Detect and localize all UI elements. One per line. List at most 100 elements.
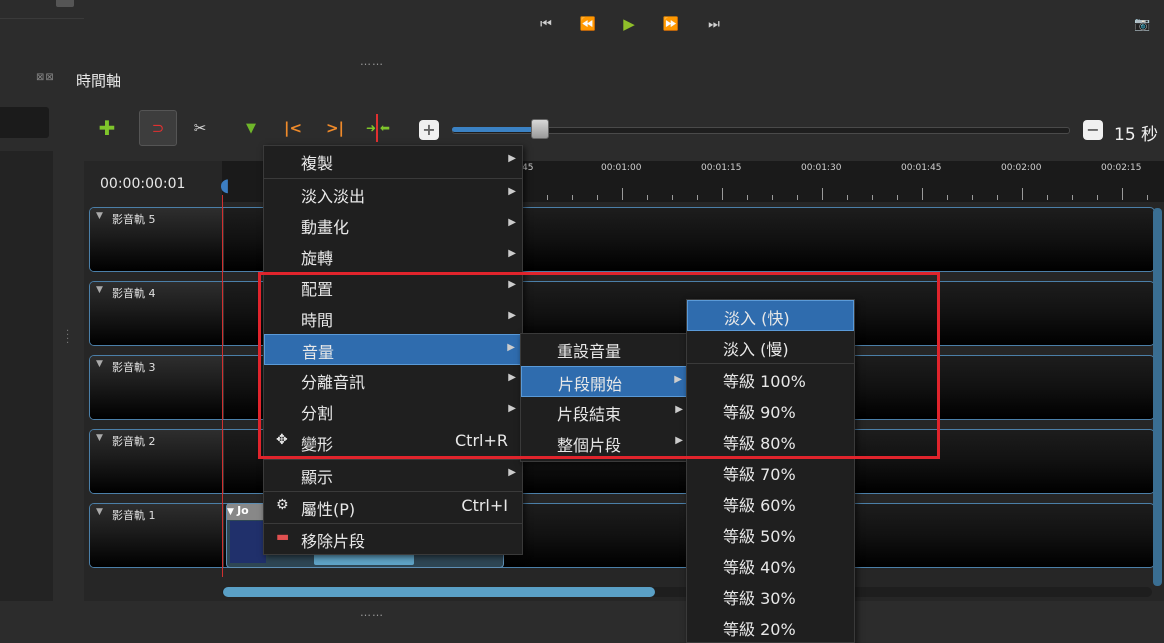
scissors-icon: ✂ (193, 119, 207, 137)
add-marker-button[interactable]: ▼ (234, 112, 268, 144)
menu-item-transform[interactable]: ✥ 變形 Ctrl+R (264, 427, 522, 458)
submenu-arrow-icon: ▶ (508, 217, 516, 228)
horizontal-scrollbar-thumb[interactable] (223, 587, 655, 597)
left-panel-input[interactable] (0, 107, 49, 138)
track-header[interactable]: ▼ 影音軌 2 (90, 430, 224, 493)
track-header[interactable]: ▼ 影音軌 1 (90, 504, 224, 567)
ruler-tick (822, 188, 823, 200)
menu-item-label: 音量 (302, 343, 335, 362)
next-marker-button[interactable]: >| (318, 112, 352, 144)
menu-item-level-80[interactable]: 等級 80% (687, 426, 854, 457)
jump-start-button[interactable]: ⏮ (534, 17, 558, 32)
menu-item-time[interactable]: 時間 ▶ (264, 303, 522, 334)
dock-float-close-icons[interactable]: ⊠⊠ (36, 72, 55, 83)
center-on-playhead-icon: ➜ ⬅ (366, 121, 390, 135)
track-5[interactable]: ▼ 影音軌 5 (89, 207, 1155, 272)
menu-item-fade[interactable]: 淡入淡出 ▶ (264, 179, 522, 210)
fast-forward-button[interactable]: ⏩ (659, 17, 683, 32)
collapse-arrow-icon[interactable]: ▼ (96, 433, 103, 443)
splitter-grip[interactable]: …… (360, 606, 384, 619)
splitter-handle[interactable]: · · · · (66, 327, 69, 349)
snapping-toggle[interactable]: ⊃ (139, 110, 177, 146)
menu-item-animate[interactable]: 動畫化 ▶ (264, 210, 522, 241)
ruler-tick (1122, 188, 1123, 200)
ruler-tick-label: 00:01:15 (701, 163, 742, 173)
menu-item-label: 等級 80% (723, 434, 796, 453)
menu-item-level-50[interactable]: 等級 50% (687, 519, 854, 550)
menu-item-label: 等級 90% (723, 403, 796, 422)
ruler-tick (672, 195, 673, 200)
previous-marker-button[interactable]: |< (276, 112, 310, 144)
track-header[interactable]: ▼ 影音軌 4 (90, 282, 224, 345)
menu-item-level-100[interactable]: 等級 100% (687, 364, 854, 395)
collapse-arrow-icon[interactable]: ▼ (96, 211, 103, 221)
menu-item-copy[interactable]: 複製 ▶ (264, 146, 522, 177)
track-header[interactable]: ▼ 影音軌 5 (90, 208, 224, 271)
razor-tool-button[interactable]: ✂ (183, 112, 217, 144)
ruler-tick (597, 195, 598, 200)
scrollbar-stub[interactable] (56, 0, 74, 7)
ruler-tick (897, 195, 898, 200)
menu-item-fade-in-fast[interactable]: 淡入 (快) (687, 300, 854, 331)
menu-item-label: 等級 70% (723, 465, 796, 484)
menu-item-level-20[interactable]: 等級 20% (687, 612, 854, 643)
zoom-out-button[interactable]: − (1083, 120, 1103, 140)
marker-icon: ▼ (246, 120, 256, 136)
ruler-tick (772, 195, 773, 200)
ruler-tick (872, 195, 873, 200)
current-timecode: 00:00:00:01 (100, 176, 186, 192)
menu-item-clip-end[interactable]: 片段結束 ▶ (521, 397, 689, 428)
menu-item-label: 動畫化 (301, 218, 350, 237)
zoom-in-button[interactable]: + (419, 120, 439, 140)
move-icon: ✥ (276, 432, 288, 448)
menu-item-reset-volume[interactable]: 重設音量 (521, 334, 689, 365)
menu-item-slice[interactable]: 分割 ▶ (264, 396, 522, 427)
ruler-tick (1072, 195, 1073, 200)
splitter-grip[interactable]: …… (360, 55, 384, 68)
menu-item-layout[interactable]: 配置 ▶ (264, 272, 522, 303)
menu-item-label: 旋轉 (301, 249, 334, 268)
clip-start-submenu: 淡入 (快) 淡入 (慢) 等級 100% 等級 90% 等級 80% 等級 7… (686, 299, 855, 643)
play-button[interactable]: ▶ (617, 15, 641, 33)
menu-item-clip-start[interactable]: 片段開始 ▶ (521, 366, 689, 397)
menu-item-display[interactable]: 顯示 ▶ (264, 460, 522, 491)
playhead-line (222, 195, 223, 577)
menu-item-entire-clip[interactable]: 整個片段 ▶ (521, 428, 689, 459)
ruler-tick (1147, 195, 1148, 200)
camera-icon[interactable]: 📷 (1134, 17, 1150, 32)
menu-item-fade-in-slow[interactable]: 淡入 (慢) (687, 332, 854, 363)
menu-item-label: 淡入淡出 (301, 187, 366, 206)
menu-item-label: 變形 (301, 435, 334, 454)
collapse-arrow-icon[interactable]: ▼ (96, 359, 103, 369)
collapse-arrow-icon[interactable]: ▼ (96, 285, 103, 295)
collapse-arrow-icon[interactable]: ▼ (96, 507, 103, 517)
menu-item-rotate[interactable]: 旋轉 ▶ (264, 241, 522, 272)
menu-item-label: 淡入 (慢) (723, 340, 789, 359)
add-track-button[interactable]: ✚ (90, 112, 124, 144)
menu-item-volume[interactable]: 音量 ▶ (264, 334, 522, 365)
jump-end-button[interactable]: ⏭ (702, 17, 726, 32)
menu-item-level-70[interactable]: 等級 70% (687, 457, 854, 488)
volume-submenu: 重設音量 片段開始 ▶ 片段結束 ▶ 整個片段 ▶ (520, 333, 690, 462)
vertical-scrollbar[interactable] (1153, 208, 1162, 586)
menu-item-level-40[interactable]: 等級 40% (687, 550, 854, 581)
submenu-arrow-icon: ▶ (675, 404, 683, 415)
menu-item-level-30[interactable]: 等級 30% (687, 581, 854, 612)
menu-item-properties[interactable]: ⚙ 屬性(P) Ctrl+I (264, 492, 522, 523)
playhead-handle-icon[interactable]: ◖ (220, 175, 229, 196)
center-playhead-button[interactable]: ➜ ⬅ (361, 112, 395, 144)
menu-item-remove-clip[interactable]: ▬ 移除片段 (264, 524, 522, 555)
track-label: 影音軌 3 (112, 361, 156, 374)
menu-item-level-90[interactable]: 等級 90% (687, 395, 854, 426)
menu-item-label: 等級 60% (723, 496, 796, 515)
menu-item-label: 顯示 (301, 468, 334, 487)
menu-item-level-60[interactable]: 等級 60% (687, 488, 854, 519)
ruler-tick-label: 00:02:15 (1101, 163, 1142, 173)
menu-item-separate-audio[interactable]: 分離音訊 ▶ (264, 365, 522, 396)
ruler-tick (1097, 195, 1098, 200)
zoom-slider-handle[interactable] (531, 119, 549, 139)
rewind-button[interactable]: ⏪ (576, 17, 600, 32)
left-panel (0, 151, 53, 601)
playhead-tool-line (376, 114, 378, 142)
track-header[interactable]: ▼ 影音軌 3 (90, 356, 224, 419)
